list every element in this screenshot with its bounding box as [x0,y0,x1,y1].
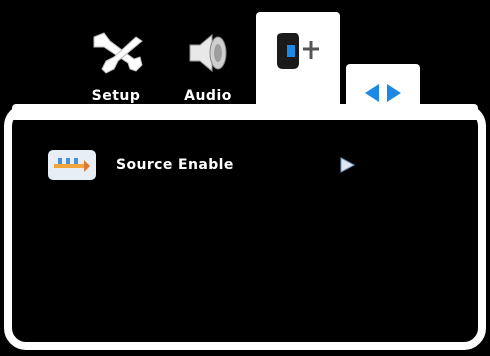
tab-setup-label: Setup [91,88,141,104]
panel-header-bar [12,104,478,120]
menu-item-label: Source Enable [116,157,234,173]
tab-audio-label: Audio [184,88,232,104]
tab-audio[interactable]: Audio [170,14,246,104]
speaker-icon [179,24,237,82]
arrow-right-icon[interactable] [338,156,356,174]
menu-item-source-enable[interactable]: Source Enable [48,148,378,182]
source-icon [48,150,96,180]
tv-input-icon [269,22,327,80]
wrench-screwdriver-icon [87,24,145,82]
menu-panel [4,104,486,350]
tab-setup[interactable]: Setup [78,14,154,104]
